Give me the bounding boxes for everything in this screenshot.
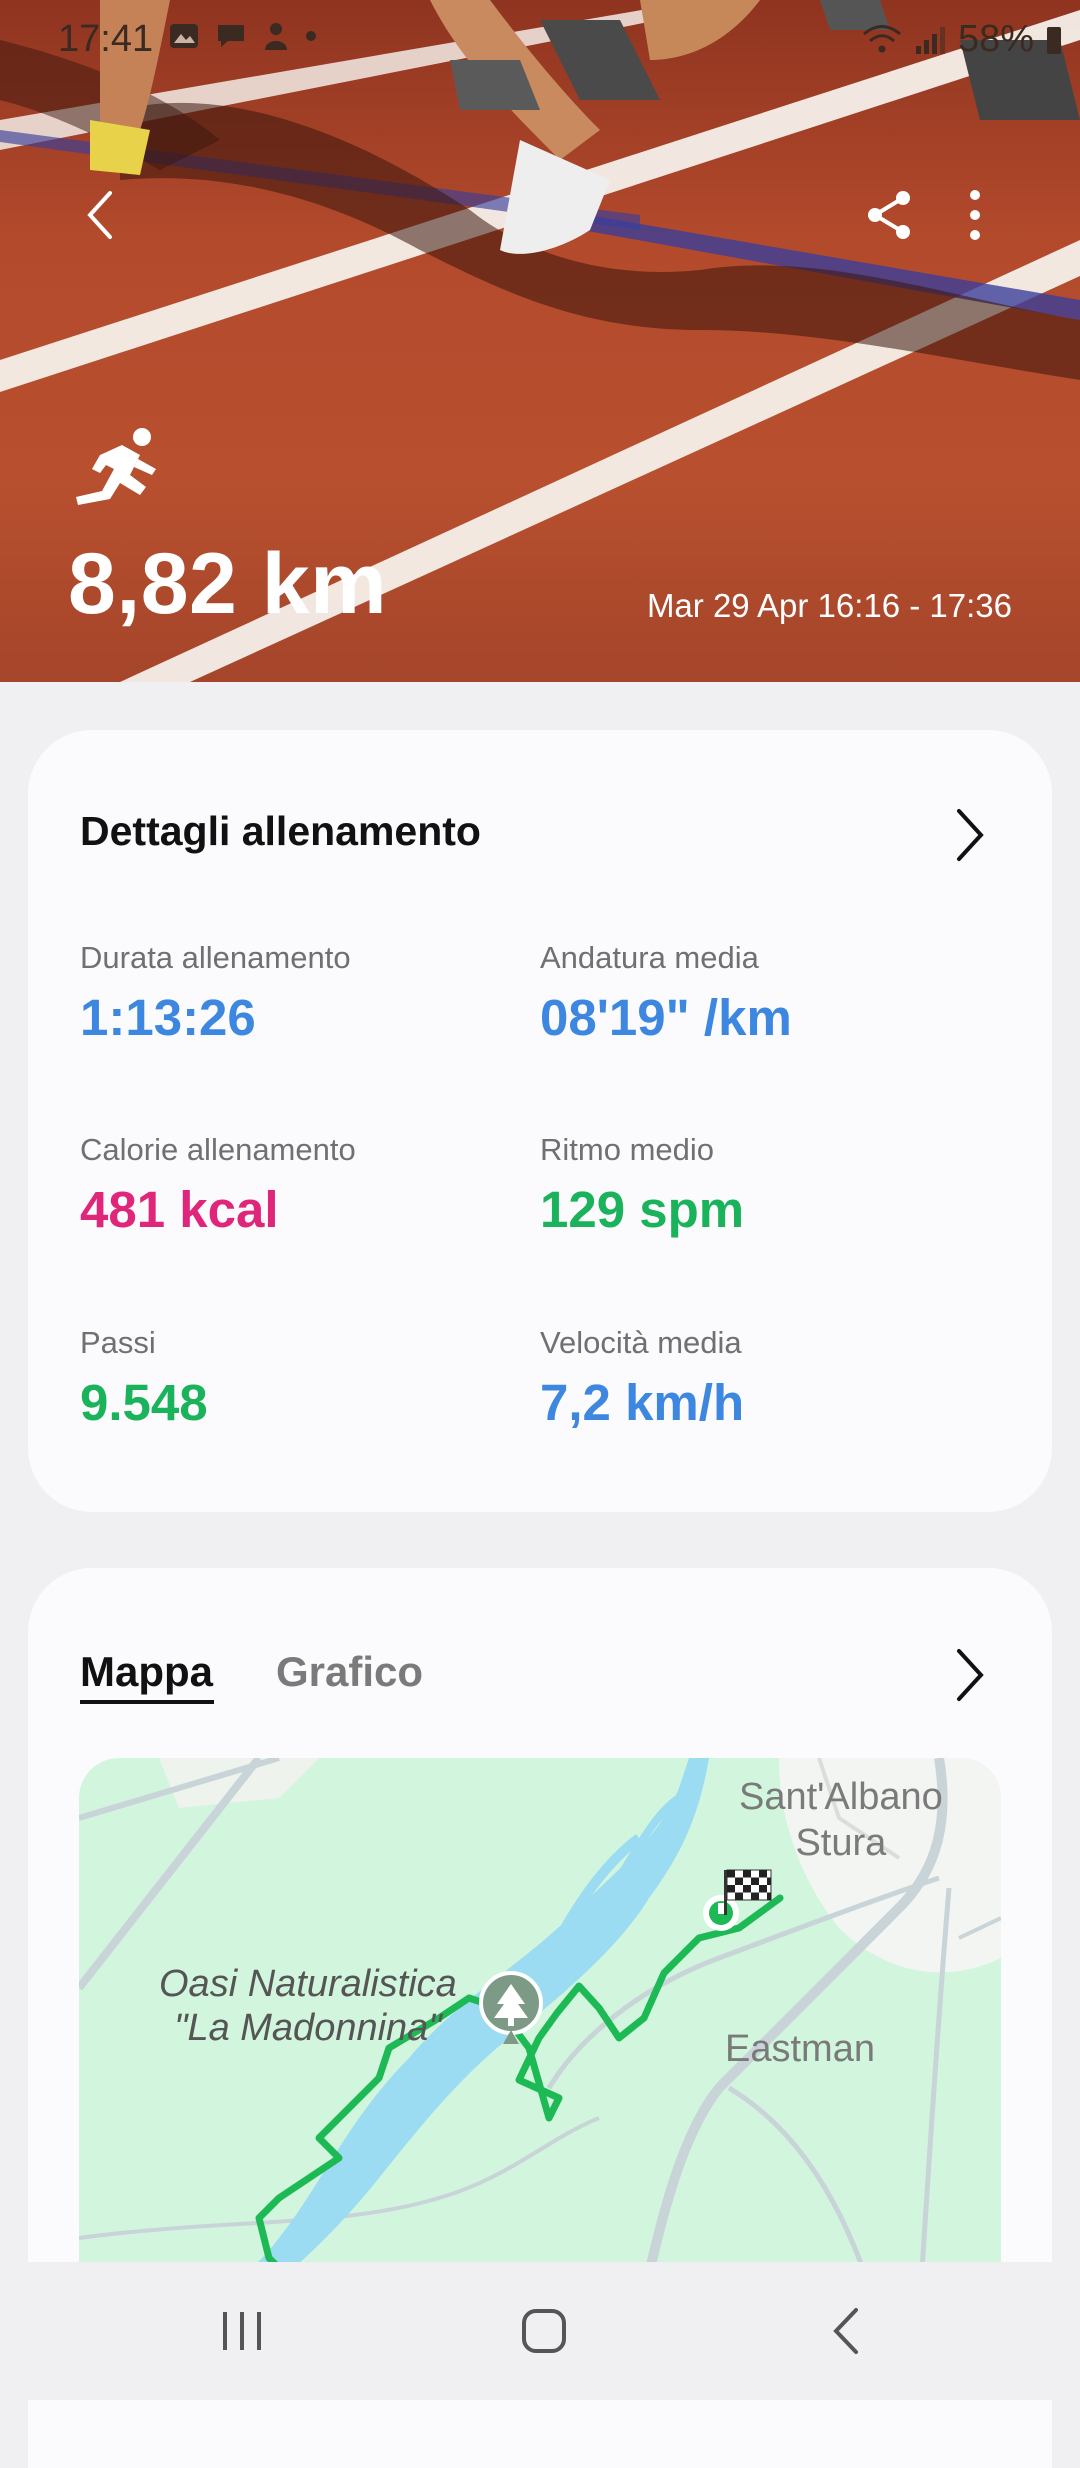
route-map[interactable]: Sant'Albano Stura Oasi Naturalistica "La… [79, 1758, 1001, 2318]
chevron-right-icon [957, 1649, 984, 1701]
recent-apps-button[interactable] [172, 2262, 312, 2400]
share-button[interactable] [860, 180, 920, 250]
distance-value: 8,82 km [68, 536, 388, 632]
stat-value-avg-pace: 08'19" /km [540, 989, 792, 1046]
stat-label-cadence: Ritmo medio [540, 1132, 714, 1167]
system-navigation-bar [0, 2262, 1080, 2400]
wifi-icon [862, 24, 901, 52]
stat-value-steps: 9.548 [80, 1374, 208, 1431]
stat-label-avg-pace: Andatura media [540, 940, 759, 975]
card-title: Dettagli allenamento [80, 808, 481, 854]
back-icon [833, 2308, 858, 2354]
stat-label-avg-speed: Velocità media [540, 1325, 742, 1360]
status-right: 58% [862, 18, 1062, 61]
more-options-button[interactable] [950, 180, 1000, 250]
chat-icon [218, 25, 244, 47]
running-icon [76, 428, 156, 505]
person-icon [265, 23, 287, 50]
map-label-park: Oasi Naturalistica "La Madonnina" [159, 1962, 457, 2050]
more-options-icon [970, 190, 980, 240]
gallery-icon [170, 24, 198, 48]
battery-icon [1047, 26, 1061, 54]
tab-map[interactable]: Mappa [80, 1648, 213, 1696]
tab-active-indicator [80, 1700, 214, 1704]
hero-banner: 17:41 58% 8,82 km Mar 29 Apr 16:16 - 17:… [0, 0, 1080, 682]
stat-label-duration: Durata allenamento [80, 940, 351, 975]
map-open-button[interactable] [940, 1640, 1000, 1710]
home-button[interactable] [474, 2262, 614, 2400]
stat-value-calories: 481 kcal [80, 1181, 279, 1238]
recent-apps-icon [223, 2312, 261, 2350]
status-time: 17:41 [58, 18, 154, 60]
workout-details-card[interactable]: Dettagli allenamento Durata allenamento … [28, 730, 1052, 1512]
stat-label-calories: Calorie allenamento [80, 1132, 356, 1167]
home-icon [522, 2309, 566, 2353]
map-label-park-line2: "La Madonnina" [173, 2007, 442, 2049]
back-button[interactable] [70, 180, 130, 250]
stat-label-steps: Passi [80, 1325, 156, 1360]
back-icon [87, 191, 112, 239]
map-label-town: Sant'Albano Stura [739, 1774, 943, 1866]
details-open-button[interactable] [940, 800, 1000, 870]
dot-icon [306, 31, 316, 41]
stat-value-cadence: 129 spm [540, 1181, 745, 1238]
map-label-place: Eastman [725, 2028, 875, 2070]
chevron-right-icon [957, 809, 984, 861]
tab-chart[interactable]: Grafico [276, 1648, 423, 1696]
notification-icons [168, 20, 318, 52]
map-label-park-line1: Oasi Naturalistica [159, 1963, 457, 2005]
stat-value-duration: 1:13:26 [80, 989, 256, 1046]
map-label-town-text: Sant'Albano Stura [739, 1776, 943, 1864]
share-icon [868, 191, 910, 239]
workout-date-range: Mar 29 Apr 16:16 - 17:36 [646, 587, 1012, 624]
stat-value-avg-speed: 7,2 km/h [540, 1374, 745, 1431]
signal-icon [915, 26, 945, 54]
system-back-button[interactable] [776, 2262, 916, 2400]
status-bar: 17:41 58% [0, 0, 1080, 76]
battery-percent: 58% [957, 18, 1034, 60]
